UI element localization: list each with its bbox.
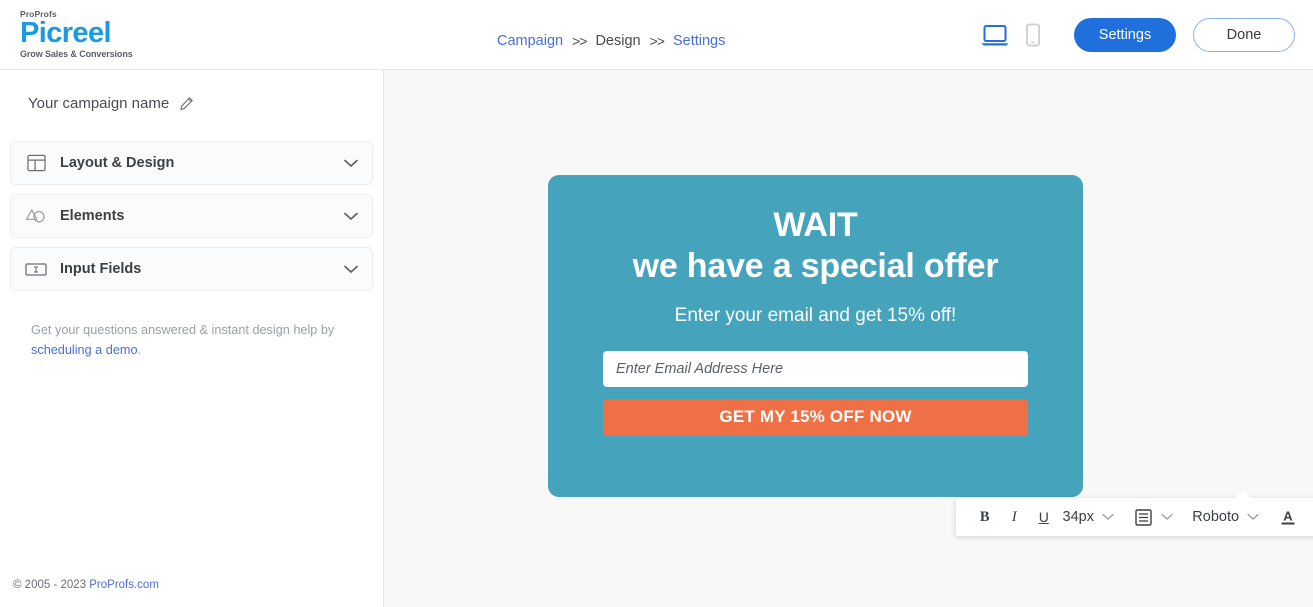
edit-campaign-name-button[interactable] [179,96,194,111]
help-text: Get your questions answered & instant de… [31,321,353,360]
copyright-text: © 2005 - 2023 [13,579,90,591]
popup-headline[interactable]: WAIT we have a special offer [548,205,1083,288]
sidebar-item-layout-design[interactable]: Layout & Design [10,141,373,185]
help-text-period: . [137,342,142,357]
desktop-icon [981,25,1009,46]
breadcrumb-campaign[interactable]: Campaign [497,33,563,49]
align-justify-icon[interactable] [1129,498,1157,536]
app-body: Your campaign name Layout & Design Eleme… [0,70,1313,607]
popup-preview[interactable]: WAIT we have a special offer Enter your … [548,175,1083,497]
italic-button[interactable]: I [1000,498,1030,536]
settings-button[interactable]: Settings [1074,18,1176,52]
chevron-down-icon[interactable] [344,159,358,168]
popup-subheadline[interactable]: Enter your email and get 15% off! [548,305,1083,327]
breadcrumb-design[interactable]: Design [595,33,640,49]
sidebar-footer: © 2005 - 2023 ProProfs.com [13,579,159,591]
font-family-chevron-down-icon[interactable] [1243,498,1263,536]
sidebar-item-input-fields[interactable]: Input Fields [10,247,373,291]
app-header: ProProfs Picreel Grow Sales & Conversion… [0,0,1313,70]
help-text-static: Get your questions answered & instant de… [31,323,335,337]
logo-picreel-text: Picreel [20,16,112,49]
popup-headline-line1: WAIT [773,206,858,244]
design-canvas: WAIT we have a special offer Enter your … [384,70,1313,607]
email-input[interactable] [603,350,1028,387]
svg-text:A: A [1284,509,1294,524]
desktop-view-button[interactable] [976,18,1014,52]
breadcrumb-settings[interactable]: Settings [673,33,725,49]
header-actions: Settings Done [976,0,1295,70]
sidebar-item-elements[interactable]: Elements [10,194,373,238]
campaign-name-row: Your campaign name [0,87,383,119]
app-root: ProProfs Picreel Grow Sales & Conversion… [0,0,1313,607]
pencil-icon [180,96,193,110]
font-family-value[interactable]: Roboto [1188,498,1243,536]
font-size-value[interactable]: 34px [1059,498,1098,536]
sidebar-item-elements-label: Elements [60,208,125,224]
breadcrumb-separator-2: >> [649,33,665,49]
sidebar-item-input-fields-label: Input Fields [60,261,142,277]
text-color-icon[interactable]: A [1274,498,1302,536]
popup-headline-line2: we have a special offer [632,247,999,286]
mobile-icon [1026,23,1040,47]
done-button[interactable]: Done [1193,18,1295,52]
underline-button[interactable]: U [1029,498,1059,536]
font-size-chevron-down-icon[interactable] [1098,498,1118,536]
mobile-view-button[interactable] [1014,18,1052,52]
sidebar-item-layout-design-label: Layout & Design [60,155,175,171]
cta-button[interactable]: GET MY 15% OFF NOW [603,398,1028,436]
layout-grid-icon [23,154,49,172]
bold-button[interactable]: B [970,498,1000,536]
input-field-icon [23,262,49,276]
chevron-down-icon[interactable] [344,265,358,274]
breadcrumb-separator-1: >> [572,33,587,49]
breadcrumb: Campaign >> Design >> Settings [497,33,725,49]
schedule-demo-link[interactable]: scheduling a demo [31,343,138,357]
shapes-icon [23,207,49,225]
sidebar: Your campaign name Layout & Design Eleme… [0,70,384,607]
campaign-name-text: Your campaign name [28,94,170,112]
align-chevron-down-icon[interactable] [1157,498,1177,536]
text-format-toolbar: B I U 34px Roboto A [956,491,1313,536]
picreel-logo[interactable]: ProProfs Picreel Grow Sales & Conversion… [20,10,170,58]
chevron-down-icon[interactable] [344,212,358,221]
logo-tagline-text: Grow Sales & Conversions [20,48,133,59]
proprofs-link[interactable]: ProProfs.com [89,579,159,591]
